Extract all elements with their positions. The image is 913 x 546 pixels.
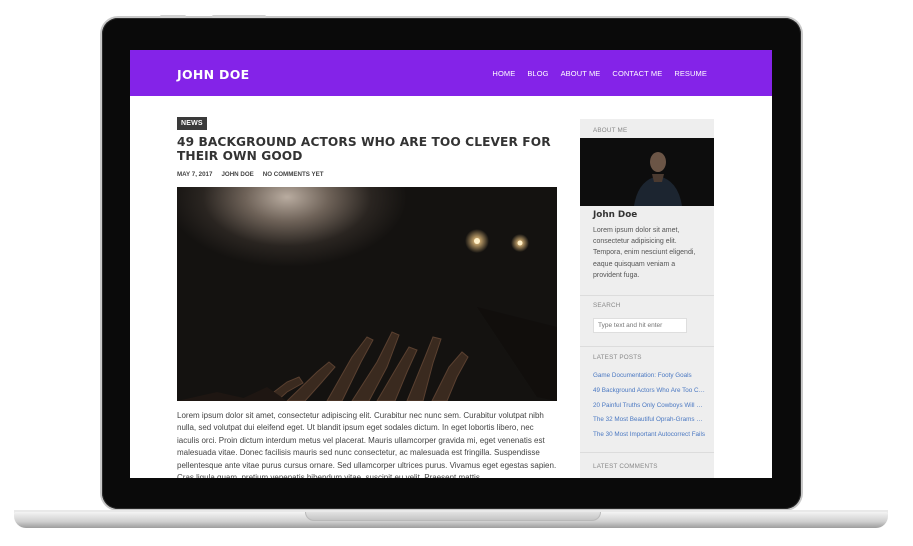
post-body: Lorem ipsum dolor sit amet, consectetur … xyxy=(177,411,557,478)
site-logo[interactable]: JOHN DOE xyxy=(177,67,250,82)
author-name: John Doe xyxy=(593,210,638,220)
browser-screen: JOHN DOE HOME BLOG ABOUT ME CONTACT ME R… xyxy=(130,50,772,478)
search-input[interactable] xyxy=(593,318,687,333)
laptop-button xyxy=(212,15,266,18)
latest-posts-heading: LATEST POSTS xyxy=(593,354,642,361)
laptop-button xyxy=(160,15,186,18)
latest-posts-list: Game Documentation: Footy Goals 49 Backg… xyxy=(593,369,705,443)
divider xyxy=(580,346,714,347)
category-badge[interactable]: NEWS xyxy=(177,117,207,130)
latest-comments-heading: LATEST COMMENTS xyxy=(593,463,658,470)
site-header: JOHN DOE HOME BLOG ABOUT ME CONTACT ME R… xyxy=(130,50,772,96)
sidebar: ABOUT ME John Doe Lorem ipsum dolor sit … xyxy=(580,119,714,478)
post-author[interactable]: JOHN DOE xyxy=(221,171,253,178)
latest-post-link[interactable]: The 30 Most Important Autocorrect Fails xyxy=(593,428,705,443)
hero-image xyxy=(177,187,557,401)
portrait-image xyxy=(634,152,682,206)
author-bio: Lorem ipsum dolor sit amet, consectetur … xyxy=(593,227,696,279)
post-content: NEWS 49 BACKGROUND ACTORS WHO ARE TOO CL… xyxy=(177,112,557,478)
latest-post-link[interactable]: 49 Background Actors Who Are Too Clever … xyxy=(593,384,705,399)
divider xyxy=(580,452,714,453)
laptop-base-notch xyxy=(305,512,601,521)
author-photo xyxy=(580,138,714,206)
concert-crowd-image xyxy=(177,229,557,401)
about-me-heading: ABOUT ME xyxy=(593,127,628,134)
latest-post-link[interactable]: 20 Painful Truths Only Cowboys Will Unde… xyxy=(593,399,705,414)
post-meta: MAY 7, 2017 JOHN DOE NO COMMENTS YET xyxy=(177,171,557,178)
main-nav: HOME BLOG ABOUT ME CONTACT ME RESUME xyxy=(492,69,707,78)
nav-contact-me[interactable]: CONTACT ME xyxy=(612,69,662,78)
search-heading: SEARCH xyxy=(593,302,621,309)
nav-blog[interactable]: BLOG xyxy=(527,69,548,78)
nav-home[interactable]: HOME xyxy=(492,69,515,78)
nav-about-me[interactable]: ABOUT ME xyxy=(561,69,601,78)
nav-resume[interactable]: RESUME xyxy=(674,69,707,78)
post-date: MAY 7, 2017 xyxy=(177,171,213,178)
latest-post-link[interactable]: The 32 Most Beautiful Oprah-Grams Ever xyxy=(593,413,705,428)
post-title[interactable]: 49 BACKGROUND ACTORS WHO ARE TOO CLEVER … xyxy=(177,135,557,163)
divider xyxy=(580,295,714,296)
post-comments[interactable]: NO COMMENTS YET xyxy=(263,171,324,178)
latest-post-link[interactable]: Game Documentation: Footy Goals xyxy=(593,369,705,384)
